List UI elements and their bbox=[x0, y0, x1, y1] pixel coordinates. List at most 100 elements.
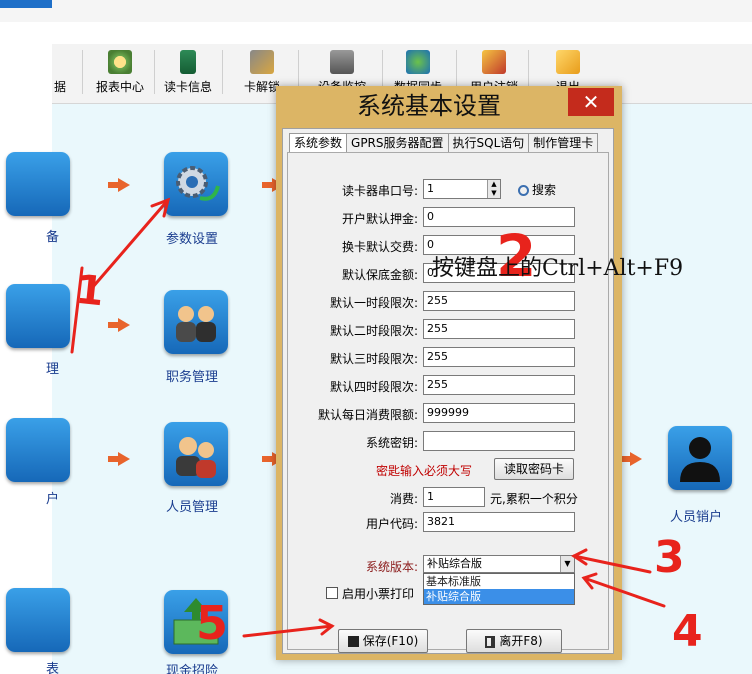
period4-input[interactable]: 255 bbox=[423, 375, 575, 395]
tile-label: 理 bbox=[46, 362, 60, 377]
period3-label: 默认三时段限次: bbox=[329, 352, 418, 366]
tab-sql[interactable]: 执行SQL语句 bbox=[447, 133, 530, 153]
annotation-step-4: 4 bbox=[672, 606, 703, 657]
toolbar-item-label: 据 bbox=[53, 80, 66, 94]
spend-label: 消费: bbox=[389, 492, 418, 506]
version-selected-value: 补贴综合版 bbox=[427, 557, 482, 570]
search-icon bbox=[518, 185, 529, 196]
deposit-label: 开户默认押金: bbox=[341, 212, 418, 226]
user-icon bbox=[680, 437, 720, 482]
tile-label: 职务管理 bbox=[166, 370, 219, 385]
replace-fee-label: 换卡默认交费: bbox=[341, 240, 418, 254]
toolbar-divider bbox=[82, 50, 83, 94]
tile-label: 人员管理 bbox=[166, 500, 219, 515]
min-amount-label: 默认保底金额: bbox=[341, 268, 418, 282]
tile-person-manage[interactable] bbox=[164, 422, 228, 486]
top-strip bbox=[0, 0, 752, 22]
settings-dialog: 系统基本设置 ✕ 系统参数 GPRS服务器配置 执行SQL语句 制作管理卡 读卡器串口… bbox=[276, 86, 622, 660]
period3-input[interactable]: 255 bbox=[423, 347, 575, 367]
version-option-basic[interactable]: 基本标准版 bbox=[424, 574, 574, 589]
version-select[interactable]: 补贴综合版 ▼ bbox=[423, 555, 575, 573]
leave-label: 离开F8) bbox=[499, 634, 543, 648]
tile-label: 户 bbox=[46, 492, 60, 507]
port-stepper[interactable]: 1 ▲ ▼ bbox=[423, 179, 501, 199]
version-option-subsidy[interactable]: 补贴综合版 bbox=[424, 589, 574, 604]
receipt-print-checkbox[interactable] bbox=[326, 587, 338, 599]
port-label: 读卡器串口号: bbox=[341, 184, 418, 198]
read-key-card-button[interactable]: 读取密码卡 bbox=[494, 458, 574, 480]
tile-person-close[interactable] bbox=[668, 426, 732, 490]
tile-label: 现金招险 bbox=[166, 664, 219, 674]
tile-param-settings[interactable] bbox=[164, 152, 228, 216]
tile-device[interactable] bbox=[6, 152, 70, 216]
card-info-icon bbox=[180, 50, 196, 74]
people-icon bbox=[176, 306, 216, 342]
toolbar-item-report-center[interactable]: 报表中心 bbox=[90, 50, 150, 95]
people-icon bbox=[176, 437, 216, 478]
toolbar-divider bbox=[154, 50, 155, 94]
period1-label: 默认一时段限次: bbox=[329, 296, 418, 310]
save-icon bbox=[347, 636, 359, 647]
key-hint: 密匙输入必须大写 bbox=[376, 464, 473, 478]
annotation-step-1: 1 bbox=[73, 266, 107, 316]
search-label: 搜索 bbox=[532, 183, 557, 197]
period2-input[interactable]: 255 bbox=[423, 319, 575, 339]
toolbar-item-card-info[interactable]: 读卡信息 bbox=[158, 50, 218, 95]
leave-button[interactable]: 离开F8) bbox=[466, 629, 562, 653]
tile-position-manage[interactable] bbox=[164, 290, 228, 354]
chevron-down-icon[interactable]: ▼ bbox=[560, 556, 574, 572]
version-dropdown-list: 基本标准版 补贴综合版 bbox=[423, 573, 575, 605]
tab-strip: 系统参数 GPRS服务器配置 执行SQL语句 制作管理卡 bbox=[289, 133, 599, 153]
save-button[interactable]: 保存(F10) bbox=[338, 629, 428, 653]
tile-label: 参数设置 bbox=[166, 232, 219, 247]
user-code-input[interactable]: 3821 bbox=[423, 512, 575, 532]
close-icon: ✕ bbox=[582, 90, 600, 114]
period4-label: 默认四时段限次: bbox=[329, 380, 418, 394]
system-key-label: 系统密钥: bbox=[365, 436, 418, 450]
tile-report[interactable] bbox=[6, 588, 70, 652]
version-label: 系统版本: bbox=[365, 560, 418, 574]
tab-admin-card[interactable]: 制作管理卡 bbox=[528, 133, 599, 153]
toolbar-item-data[interactable]: 据 bbox=[30, 50, 90, 95]
toolbar-divider bbox=[222, 50, 223, 94]
port-value: 1 bbox=[427, 182, 434, 195]
tile-account[interactable] bbox=[6, 418, 70, 482]
exit-icon bbox=[556, 50, 580, 74]
spend-input[interactable]: 1 bbox=[423, 487, 485, 507]
tab-system-params[interactable]: 系统参数 bbox=[289, 133, 348, 153]
save-label: 保存(F10) bbox=[362, 634, 419, 648]
toolbar-item-label: 卡解锁 bbox=[243, 80, 280, 94]
data-icon bbox=[48, 50, 72, 74]
screen: 据 报表中心 读卡信息 卡解锁 设备监控 数据同步 用户注销 bbox=[0, 0, 752, 674]
annotation-step-3: 3 bbox=[654, 532, 685, 583]
globe-icon bbox=[406, 50, 430, 74]
dialog-body: 系统参数 GPRS服务器配置 执行SQL语句 制作管理卡 读卡器串口号: 1 ▲ ▼ 搜… bbox=[282, 128, 614, 654]
flow-arrow bbox=[108, 178, 130, 192]
flow-arrow bbox=[620, 452, 642, 466]
spinner-arrows-icon[interactable]: ▲ ▼ bbox=[487, 180, 500, 198]
search-button[interactable]: 搜索 bbox=[518, 181, 556, 198]
period2-label: 默认二时段限次: bbox=[329, 324, 418, 338]
device-monitor-icon bbox=[330, 50, 354, 74]
close-button[interactable]: ✕ bbox=[568, 88, 614, 116]
tile-label: 备 bbox=[46, 230, 60, 245]
period1-input[interactable]: 255 bbox=[423, 291, 575, 311]
top-accent-bar bbox=[0, 0, 52, 8]
tile-manage[interactable] bbox=[6, 284, 70, 348]
spend-suffix: 元,累积一个积分 bbox=[490, 492, 578, 506]
card-unlock-icon bbox=[250, 50, 274, 74]
gear-icon bbox=[176, 166, 220, 201]
annotation-instruction-text: 按键盘上的Ctrl+Alt+F9 bbox=[432, 256, 684, 281]
tile-label: 人员销户 bbox=[670, 510, 723, 525]
flow-arrow bbox=[108, 318, 130, 332]
tab-panel: 读卡器串口号: 1 ▲ ▼ 搜索 开户默认押金: 0 换卡默认交费: 0 默认保底… bbox=[287, 152, 609, 653]
user-code-label: 用户代码: bbox=[365, 517, 418, 531]
system-key-input[interactable] bbox=[423, 431, 575, 451]
flow-arrow bbox=[108, 452, 130, 466]
user-logoff-icon bbox=[482, 50, 506, 74]
toolbar-item-label: 读卡信息 bbox=[163, 80, 212, 94]
tab-gprs[interactable]: GPRS服务器配置 bbox=[346, 133, 449, 153]
exit-door-icon bbox=[485, 635, 496, 648]
daily-limit-input[interactable]: 999999 bbox=[423, 403, 575, 423]
report-center-icon bbox=[108, 50, 132, 74]
